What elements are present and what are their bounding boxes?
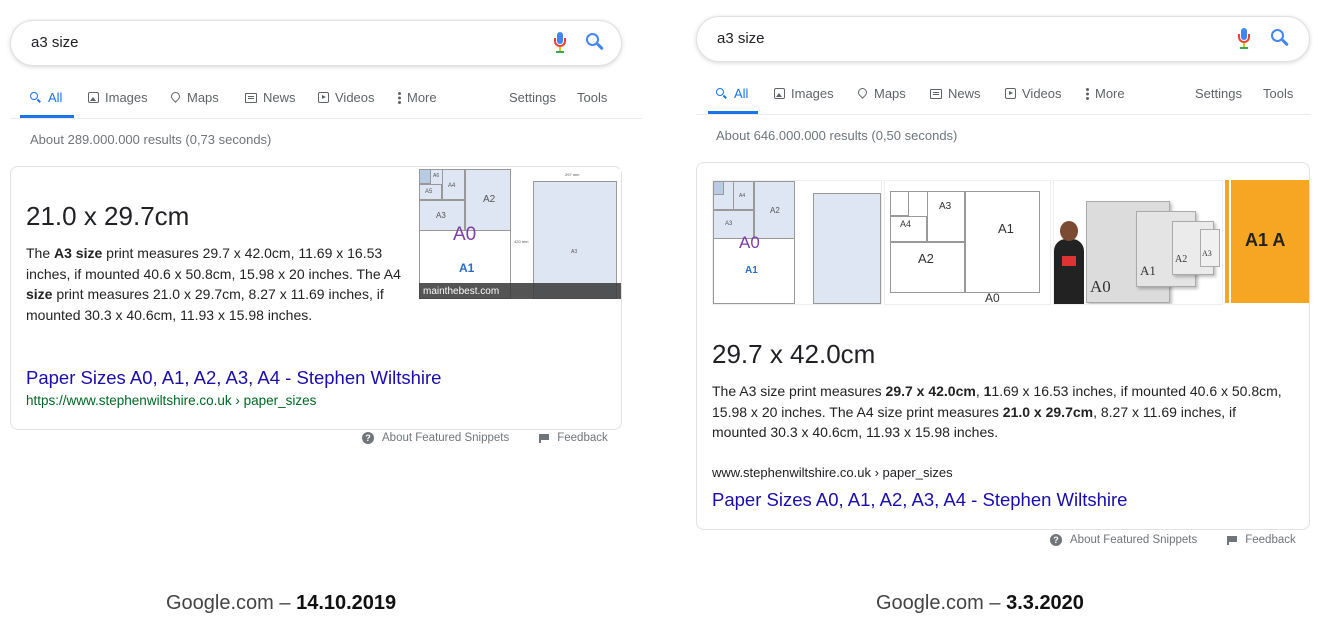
a1-label: A1 <box>459 261 475 275</box>
tools-link[interactable]: Tools <box>1263 86 1293 101</box>
search-box[interactable]: a3 size <box>10 20 622 66</box>
map-icon <box>171 92 181 104</box>
search-icon[interactable] <box>1271 29 1289 47</box>
tab-images[interactable]: Images <box>774 86 834 101</box>
result-stats: About 289.000.000 results (0,73 seconds) <box>30 132 272 147</box>
search-icon <box>716 87 728 100</box>
image-icon <box>88 92 99 103</box>
image-icon <box>774 88 785 99</box>
tools-link[interactable]: Tools <box>577 90 607 105</box>
search-tabs: All Images Maps News Videos More Setting… <box>690 76 1330 116</box>
featured-snippet-card: A2 A3 A4 A0 A1 A1 A2 A3 A4 A0 A0 A1 A2 A… <box>696 162 1310 530</box>
help-icon: ? <box>362 432 374 444</box>
news-icon <box>245 92 257 103</box>
search-input[interactable]: a3 size <box>31 34 79 51</box>
tab-videos[interactable]: Videos <box>318 90 375 105</box>
search-tabs: All Images Maps News Videos More Setting… <box>0 80 645 120</box>
about-featured-snippets-link[interactable]: About Featured Snippets <box>1070 534 1197 546</box>
snippet-text: The A3 size print measures 29.7 x 42.0cm… <box>26 245 401 323</box>
mic-icon[interactable] <box>1238 28 1250 50</box>
tab-videos[interactable]: Videos <box>1005 86 1062 101</box>
more-vert-icon <box>398 91 401 104</box>
caption-2019: Google.com – 14.10.2019 <box>166 592 397 614</box>
video-icon <box>1005 88 1016 99</box>
search-icon <box>30 91 42 104</box>
snippet-footer: ? About Featured Snippets Feedback <box>1050 534 1296 546</box>
search-box[interactable]: a3 size <box>696 16 1310 62</box>
image-thumbnail-3[interactable]: A0 A1 A2 A3 <box>1053 180 1223 305</box>
snippet-answer: 29.7 x 42.0cm <box>712 339 876 369</box>
caption-2020: Google.com – 3.3.2020 <box>876 592 1084 614</box>
tab-maps[interactable]: Maps <box>171 90 219 105</box>
feedback-link[interactable]: Feedback <box>1245 534 1296 546</box>
image-thumbnail-4[interactable]: A1 A <box>1225 180 1309 303</box>
tab-all[interactable]: All <box>716 86 748 101</box>
snippet-image[interactable]: A2 A3 A4 A5 A6 A0 A1 A3 297 mm 420 mm ma… <box>419 169 621 299</box>
a0-label: A0 <box>453 224 477 245</box>
tab-news[interactable]: News <box>245 90 296 105</box>
tabs-divider <box>696 114 1311 115</box>
more-vert-icon <box>1086 87 1089 100</box>
tab-all[interactable]: All <box>30 90 62 105</box>
result-url[interactable]: www.stephenwiltshire.co.uk › paper_sizes <box>712 465 953 480</box>
about-featured-snippets-link[interactable]: About Featured Snippets <box>382 432 509 444</box>
snippet-footer: ? About Featured Snippets Feedback <box>362 432 608 444</box>
tabs-divider <box>10 118 642 119</box>
help-icon: ? <box>1050 534 1062 546</box>
serp-2019: a3 size All Images Maps News Videos More… <box>0 0 650 618</box>
tab-more[interactable]: More <box>1086 86 1125 101</box>
search-icon[interactable] <box>586 33 604 51</box>
map-pin-icon <box>858 88 868 100</box>
result-title-link[interactable]: Paper Sizes A0, A1, A2, A3, A4 - Stephen… <box>26 367 441 389</box>
serp-2020: a3 size All Images Maps News Videos More… <box>690 0 1335 618</box>
result-url[interactable]: https://www.stephenwiltshire.co.uk › pap… <box>26 393 316 408</box>
person-figure <box>1054 239 1084 304</box>
image-source: mainthebest.com <box>423 286 500 297</box>
snippet-text: The A3 size print measures 29.7 x 42.0cm… <box>712 383 1282 440</box>
result-stats: About 646.000.000 results (0,50 seconds) <box>716 128 958 143</box>
mic-icon[interactable] <box>554 32 566 54</box>
feedback-link[interactable]: Feedback <box>557 432 608 444</box>
search-input[interactable]: a3 size <box>717 30 765 47</box>
snippet-answer: 21.0 x 29.7cm <box>26 201 190 231</box>
flag-icon <box>539 433 550 443</box>
image-thumbnail-2[interactable]: A1 A2 A3 A4 A0 <box>884 180 1051 305</box>
tab-images[interactable]: Images <box>88 90 148 105</box>
settings-link[interactable]: Settings <box>1195 86 1242 101</box>
settings-link[interactable]: Settings <box>509 90 556 105</box>
featured-snippet-card: 21.0 x 29.7cm The A3 size print measures… <box>10 166 622 430</box>
news-icon <box>930 88 942 99</box>
tab-maps[interactable]: Maps <box>858 86 906 101</box>
result-title-link[interactable]: Paper Sizes A0, A1, A2, A3, A4 - Stephen… <box>712 489 1127 511</box>
video-icon <box>318 92 329 103</box>
tab-more[interactable]: More <box>398 90 437 105</box>
tab-news[interactable]: News <box>930 86 981 101</box>
flag-icon <box>1227 535 1238 545</box>
image-thumbnail-1[interactable]: A2 A3 A4 A0 A1 <box>712 180 882 305</box>
